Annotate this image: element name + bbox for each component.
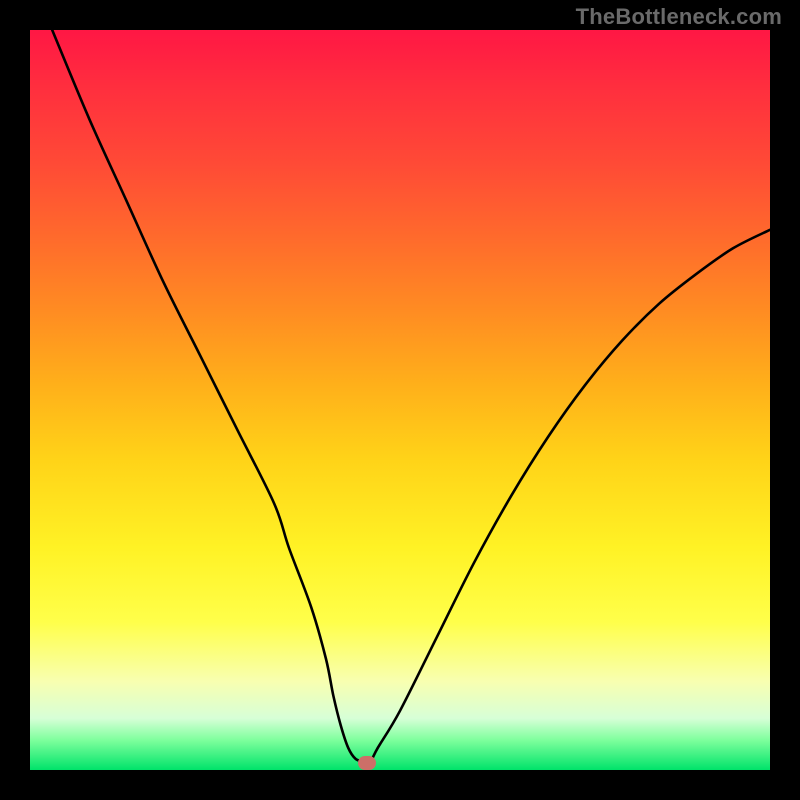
plot-area [30, 30, 770, 770]
watermark-text: TheBottleneck.com [576, 4, 782, 30]
optimal-point-marker [358, 756, 376, 770]
bottleneck-curve [30, 30, 770, 770]
chart-frame: TheBottleneck.com [0, 0, 800, 800]
